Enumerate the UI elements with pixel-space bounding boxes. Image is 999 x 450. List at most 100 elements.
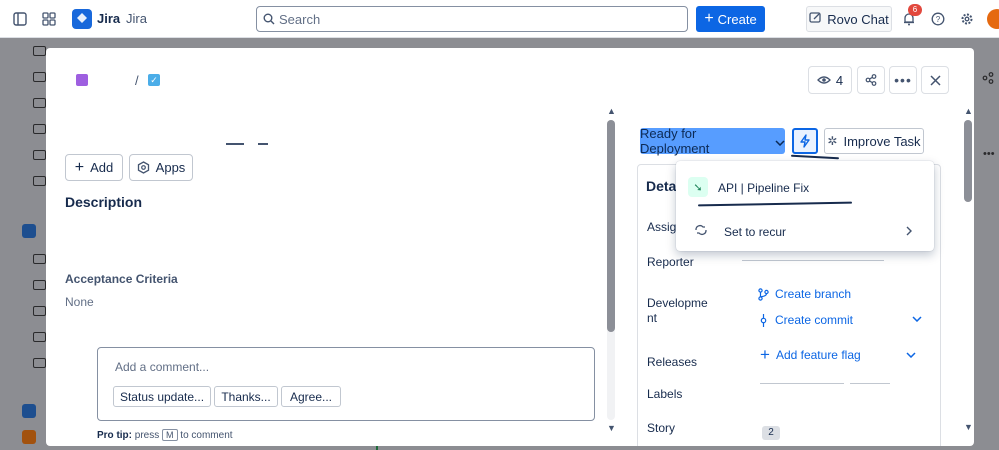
title-fragment <box>226 143 244 145</box>
board-icon <box>33 176 46 186</box>
watchers-count: 4 <box>835 72 844 88</box>
scrollbar-thumb[interactable] <box>607 120 615 332</box>
quick-reply-agree[interactable]: Agree... <box>281 386 341 407</box>
project-icon <box>22 430 36 444</box>
close-button[interactable] <box>921 66 949 94</box>
dropdown-item-set-to-recur[interactable]: Set to recur <box>724 225 786 239</box>
chip-label: Status update... <box>119 389 205 404</box>
watch-button[interactable]: 4 <box>808 66 852 94</box>
rovo-chat-button[interactable]: Rovo Chat <box>806 6 892 32</box>
comment-placeholder[interactable]: Add a comment... <box>115 360 209 374</box>
share-button[interactable] <box>857 66 885 94</box>
board-icon <box>33 72 46 82</box>
cloud-icon <box>22 224 36 238</box>
chevron-right-icon[interactable] <box>906 226 912 236</box>
reporter-field[interactable] <box>742 260 884 261</box>
board-icon <box>33 254 46 264</box>
search-input[interactable]: Search <box>256 6 688 32</box>
add-button[interactable]: + Add <box>65 154 123 181</box>
pro-tip-press: press <box>134 430 160 441</box>
create-button[interactable]: + Create <box>696 6 765 32</box>
add-label: Add <box>90 160 114 175</box>
create-commit-link[interactable]: Create commit <box>758 313 853 327</box>
app-switcher-icon[interactable] <box>41 11 57 27</box>
chip-label: Agree... <box>289 389 333 404</box>
annotation-underline <box>697 201 853 207</box>
comment-box[interactable]: Add a comment... Status update... Thanks… <box>97 347 595 421</box>
automation-rule-icon: ➘ <box>688 177 708 197</box>
avatar[interactable] <box>987 9 999 29</box>
chevron-down-icon[interactable] <box>912 316 922 322</box>
notification-badge: 6 <box>908 4 922 16</box>
quick-reply-status-update[interactable]: Status update... <box>113 386 211 407</box>
board-icon <box>33 280 46 290</box>
story-points-label: Story <box>647 421 676 435</box>
improve-task-button[interactable]: ✲ Improve Task <box>824 128 924 154</box>
board-icon <box>33 150 46 160</box>
board-icon <box>33 358 46 368</box>
pro-tip-label: Pro tip: <box>97 430 132 441</box>
dropdown-item-pipeline-fix[interactable]: API | Pipeline Fix <box>718 181 809 195</box>
annotation-underline <box>790 154 840 160</box>
create-branch-link[interactable]: Create branch <box>758 287 851 301</box>
status-dropdown-button[interactable]: Ready for Deployment <box>640 126 785 156</box>
branch-icon <box>758 287 769 301</box>
commit-icon <box>760 313 767 327</box>
lightning-icon <box>800 134 810 148</box>
jira-logo-icon[interactable] <box>72 9 92 29</box>
create-label: Create <box>717 11 757 27</box>
keyboard-key: M <box>162 429 178 441</box>
plus-icon: + <box>704 10 714 27</box>
status-label: Ready for Deployment <box>640 126 710 156</box>
share-icon <box>865 74 877 86</box>
apps-label: Apps <box>155 160 186 175</box>
board-icon <box>33 306 46 316</box>
labels-label: Labels <box>647 387 683 401</box>
help-icon[interactable]: ? <box>930 11 946 27</box>
sparkle-icon: ✲ <box>827 134 838 148</box>
board-icon <box>33 124 46 134</box>
assignee-label: Assig <box>647 220 677 234</box>
labels-field[interactable] <box>850 383 890 384</box>
task-check-icon[interactable]: ✓ <box>148 74 160 86</box>
create-commit-label: Create commit <box>775 313 854 327</box>
labels-field[interactable] <box>760 383 844 384</box>
gear-icon[interactable] <box>959 11 975 27</box>
scroll-down-icon[interactable]: ▼ <box>964 422 973 432</box>
pro-tip: Pro tip: press M to comment <box>97 429 233 441</box>
scroll-up-icon[interactable]: ▲ <box>964 106 973 116</box>
eye-icon <box>816 73 831 88</box>
more-actions-button[interactable]: ••• <box>889 66 917 94</box>
scroll-up-icon[interactable]: ▲ <box>607 106 616 116</box>
recur-icon <box>694 224 708 236</box>
app-name[interactable]: Jira <box>97 11 120 26</box>
rovo-label: Rovo Chat <box>827 11 889 27</box>
breadcrumb-separator: / <box>135 73 139 88</box>
search-placeholder: Search <box>279 12 321 27</box>
more-icon: ••• <box>983 148 995 160</box>
pro-tip-rest: to comment <box>180 430 233 441</box>
chat-edit-icon <box>809 11 822 27</box>
development-label: Developme <box>647 296 708 310</box>
apps-button[interactable]: Apps <box>129 154 193 181</box>
title-fragment <box>258 143 268 145</box>
sidebar-toggle-icon[interactable] <box>12 11 28 27</box>
more-icon: ••• <box>894 72 912 88</box>
development-label-wrap: nt <box>647 311 658 325</box>
releases-label: Releases <box>647 355 698 369</box>
scroll-down-icon[interactable]: ▼ <box>607 423 616 433</box>
acceptance-criteria-heading: Acceptance Criteria <box>65 272 178 286</box>
automation-button[interactable] <box>792 128 818 154</box>
chevron-down-icon[interactable] <box>906 352 916 358</box>
add-feature-flag-link[interactable]: + Add feature flag <box>760 346 861 363</box>
acceptance-criteria-value[interactable]: None <box>65 295 94 309</box>
story-points-value[interactable]: 2 <box>762 426 780 440</box>
share-icon <box>982 72 994 84</box>
search-icon <box>263 13 275 25</box>
improve-task-label: Improve Task <box>843 133 921 149</box>
create-branch-label: Create branch <box>775 287 852 301</box>
epic-icon[interactable] <box>76 74 88 86</box>
quick-reply-thanks[interactable]: Thanks... <box>214 386 278 407</box>
automation-dropdown: ➘ API | Pipeline Fix Set to recur <box>676 161 934 251</box>
scrollbar-thumb[interactable] <box>964 120 972 202</box>
